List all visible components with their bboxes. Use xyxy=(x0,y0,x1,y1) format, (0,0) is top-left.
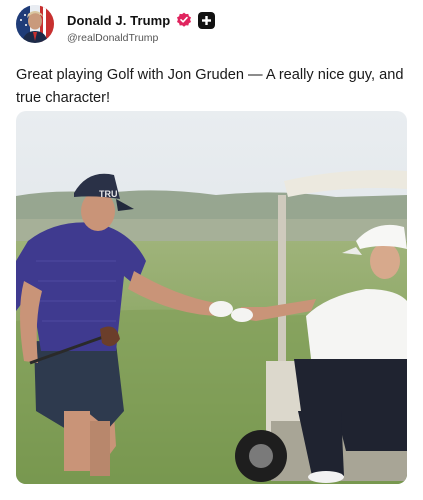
cap-logo-text: TRU xyxy=(99,189,118,199)
author-display-name[interactable]: Donald J. Trump xyxy=(67,13,170,28)
author-handle[interactable]: @realDonaldTrump xyxy=(67,32,158,44)
author-avatar[interactable] xyxy=(16,5,54,43)
plus-badge-icon xyxy=(198,11,216,29)
post-photo[interactable]: TRU xyxy=(16,111,407,484)
author-name-row: Donald J. Trump xyxy=(67,11,216,29)
verified-badge-icon xyxy=(176,12,192,28)
post-text: Great playing Golf with Jon Gruden — A r… xyxy=(16,67,404,106)
post-card: Donald J. Trump @realDonaldTrump Great p… xyxy=(0,0,423,500)
post-header: Donald J. Trump @realDonaldTrump xyxy=(16,5,406,45)
